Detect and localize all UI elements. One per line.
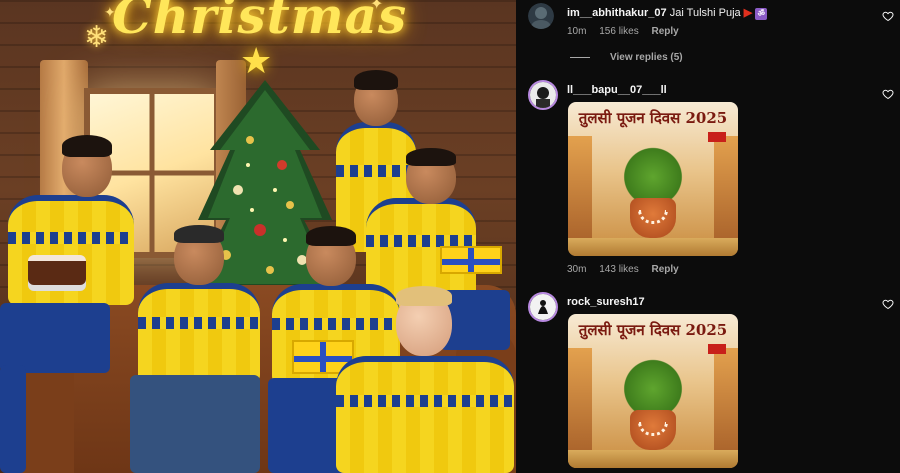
image-pillar-left: [568, 136, 592, 246]
image-floor: [568, 450, 738, 468]
user-avatar-icon: [530, 294, 556, 320]
person-seated-middle-left: [130, 225, 270, 473]
flag-icon: [708, 132, 726, 142]
comments-panel[interactable]: im__abhithakur_07 Jai Tulshi Puja ▶ ॐ 10…: [516, 0, 900, 473]
om-symbol-icon: ॐ: [755, 8, 768, 20]
username-link[interactable]: rock_suresh17: [567, 296, 645, 308]
image-pillar-left: [568, 348, 592, 458]
avatar[interactable]: [528, 80, 558, 110]
reply-button[interactable]: Reply: [651, 264, 678, 275]
comment-item: rock_suresh17 तुलसी पूजन दिवस 2025: [516, 290, 900, 473]
christmas-title: Christmas: [112, 0, 408, 45]
person-with-cake: [0, 135, 140, 473]
comment-item: ll___bapu__07___ll तुलसी पूजन दिवस 2025 …: [516, 78, 900, 278]
avatar[interactable]: [528, 3, 554, 29]
username-link[interactable]: ll___bapu__07___ll: [567, 84, 667, 96]
heart-icon[interactable]: [882, 88, 894, 100]
avatar[interactable]: [528, 292, 558, 322]
cake: [28, 255, 86, 285]
likes-count[interactable]: 143 likes: [599, 264, 638, 275]
username-link[interactable]: im__abhithakur_07: [567, 7, 667, 19]
post-image[interactable]: Christmas ❄ ✦ ✦ ★: [0, 0, 516, 473]
reply-button[interactable]: Reply: [651, 26, 678, 37]
sparkle-icon: ✦: [104, 4, 116, 20]
comment-text: Jai Tulshi Puja: [669, 7, 741, 19]
image-title: तुलसी पूजन दिवस 2025: [578, 109, 728, 127]
likes-count[interactable]: 156 likes: [599, 26, 638, 37]
image-title: तुलसी पूजन दिवस 2025: [578, 321, 728, 339]
user-avatar-icon: [528, 3, 554, 29]
comment-time: 10m: [567, 26, 587, 37]
comment-item: im__abhithakur_07 Jai Tulshi Puja ▶ ॐ 10…: [516, 0, 900, 70]
tulsi-plant: [621, 354, 685, 412]
view-replies-button[interactable]: View replies (5): [570, 52, 683, 63]
flag-icon: [708, 344, 726, 354]
tulsi-plant: [621, 142, 685, 200]
comment-meta: 30m 143 likes Reply: [567, 264, 689, 275]
comment-image[interactable]: तुलसी पूजन दिवस 2025: [568, 314, 738, 468]
divider-line: [570, 57, 590, 58]
app-root: Christmas ❄ ✦ ✦ ★ im__abhithakur_07 Jai …: [0, 0, 900, 473]
tree-star-icon: ★: [240, 40, 273, 81]
sparkle-icon: ✦: [370, 0, 384, 13]
snowflake-icon: ❄: [84, 21, 110, 54]
triangular-flag-icon: ▶: [743, 7, 753, 19]
image-floor: [568, 238, 738, 256]
comment-image[interactable]: तुलसी पूजन दिवस 2025: [568, 102, 738, 256]
person-front-right: [336, 286, 516, 473]
comment-meta: 10m 156 likes Reply: [567, 26, 689, 37]
comment-time: 30m: [567, 264, 587, 275]
view-replies-label: View replies (5): [610, 52, 683, 63]
gift-box: [440, 246, 502, 274]
image-pillar-right: [714, 348, 738, 458]
heart-icon[interactable]: [882, 298, 894, 310]
comment-line: im__abhithakur_07 Jai Tulshi Puja ▶ ॐ: [567, 6, 768, 20]
heart-icon[interactable]: [882, 10, 894, 22]
image-pillar-right: [714, 136, 738, 246]
user-avatar-icon: [530, 82, 556, 108]
